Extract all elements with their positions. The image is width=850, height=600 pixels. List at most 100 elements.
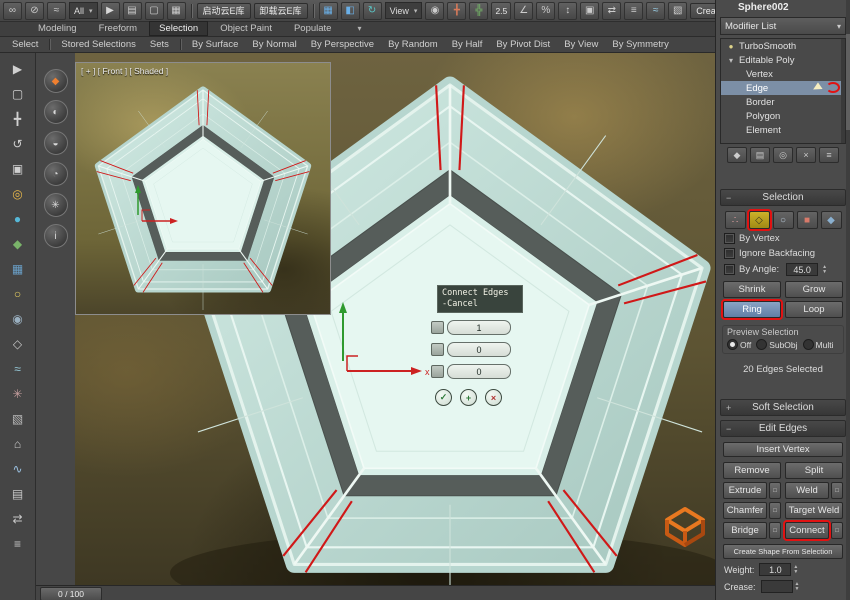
tab-freeform[interactable]: Freeform	[89, 21, 148, 36]
edge-icon[interactable]: ◇	[749, 211, 770, 229]
panel-scrollbar[interactable]	[846, 0, 850, 600]
insert-vertex-button[interactable]: Insert Vertex	[723, 442, 843, 457]
tab-populate[interactable]: Populate	[284, 21, 342, 36]
settings-box-icon[interactable]: □	[831, 482, 843, 499]
weight-value[interactable]: 1.0	[759, 563, 791, 576]
preview-multi-radio[interactable]: Multi	[803, 339, 834, 350]
element-icon[interactable]: ◆	[821, 211, 842, 229]
ribbon-button[interactable]: By Pivot Dist	[490, 38, 556, 51]
ribbon-button[interactable]: Select	[6, 38, 44, 51]
display-icon[interactable]: ▧	[7, 408, 29, 429]
use-pivot-center-icon[interactable]: ◉	[425, 2, 444, 20]
scale-icon[interactable]: ▣	[7, 158, 29, 179]
by-vertex-checkbox[interactable]: By Vertex	[716, 233, 850, 244]
layer-manager-icon[interactable]: ▤	[7, 483, 29, 504]
create-shape-button[interactable]: Create Shape From Selection	[723, 544, 843, 559]
gear-icon[interactable]: ✳	[44, 193, 68, 217]
spinner-snap-toggle-icon[interactable]: ↕	[558, 2, 577, 20]
configure-modifier-sets-icon[interactable]: ≡	[819, 147, 839, 163]
edit-named-selection-sets-icon[interactable]: ▣	[580, 2, 599, 20]
select-and-manipulate-icon[interactable]: ╬	[469, 2, 488, 20]
reference-coordinate-dropdown[interactable]: View	[385, 2, 423, 19]
split-button[interactable]: Split	[785, 462, 843, 479]
spinner-icon[interactable]	[793, 565, 802, 575]
snap-25d-toggle-button[interactable]: 2.5	[491, 2, 511, 20]
make-unique-icon[interactable]: ◎	[773, 147, 793, 163]
curve-editor-icon[interactable]: ≈	[646, 2, 665, 20]
select-region-icon[interactable]: ▢	[7, 83, 29, 104]
settings-box-icon[interactable]: □	[769, 522, 781, 539]
modifier-stack-row[interactable]: Polygon	[721, 109, 845, 123]
weld-button[interactable]: Weld	[785, 482, 829, 499]
settings-box-icon[interactable]: □	[831, 522, 843, 539]
modifier-stack-row[interactable]: Element	[721, 123, 845, 137]
ribbon-button[interactable]: By Perspective	[305, 38, 380, 51]
align-icon[interactable]: ≡	[7, 533, 29, 554]
snaps-toggle-icon[interactable]: ▦	[319, 2, 338, 20]
select-icon[interactable]: ▶	[7, 58, 29, 79]
connect-button[interactable]: Connect	[785, 522, 829, 539]
connect-pinch-field[interactable]: 0	[447, 342, 511, 357]
render-frame-icon[interactable]: ▦	[7, 258, 29, 279]
helpers-icon[interactable]: ◇	[7, 333, 29, 354]
schematic-view-icon[interactable]: ▧	[668, 2, 687, 20]
grid-points-snap-icon[interactable]: ◧	[341, 2, 360, 20]
soft-selection-rollout-header[interactable]: Soft Selection	[720, 399, 846, 416]
rotate-gizmo-icon[interactable]: ↻	[363, 2, 382, 20]
caddy-ok-button[interactable]: ✓	[435, 389, 452, 406]
mirror-icon[interactable]: ⇄	[7, 508, 29, 529]
logo-icon[interactable]: ◆	[44, 69, 68, 93]
snap-toggle-icon[interactable]: ◎	[7, 183, 29, 204]
pin-stack-icon[interactable]: ◆	[727, 147, 747, 163]
bridge-button[interactable]: Bridge	[723, 522, 767, 539]
vertex-icon[interactable]: ∴	[725, 211, 746, 229]
bind-to-space-warp-icon[interactable]: ≈	[47, 2, 66, 20]
unlink-selection-icon[interactable]: ⊘	[25, 2, 44, 20]
settings-box-icon[interactable]: □	[769, 482, 781, 499]
connect-slide-field[interactable]: 0	[447, 364, 511, 379]
shrink-button[interactable]: Shrink	[723, 281, 781, 298]
ribbon-button[interactable]: By Normal	[246, 38, 302, 51]
select-by-name-icon[interactable]: ▤	[123, 2, 142, 20]
border-icon[interactable]: ○	[773, 211, 794, 229]
mirror-icon[interactable]: ⇄	[602, 2, 621, 20]
loop-button[interactable]: Loop	[785, 301, 843, 318]
ribbon-minimize-icon[interactable]	[357, 18, 361, 36]
caddy-apply-button[interactable]: +	[460, 389, 477, 406]
connect-segments-field[interactable]: 1	[447, 320, 511, 335]
preview-subobj-radio[interactable]: SubObj	[756, 339, 797, 350]
rotate-icon[interactable]: ↺	[7, 133, 29, 154]
show-end-result-icon[interactable]: ▤	[750, 147, 770, 163]
polygon-icon[interactable]: ■	[797, 211, 818, 229]
spinner-icon[interactable]	[795, 582, 804, 592]
render-setup-icon[interactable]: ◆	[7, 233, 29, 254]
unload-cloud-library-button[interactable]: 卸载云E库	[254, 3, 308, 19]
caddy-cancel-button[interactable]: ×	[485, 389, 502, 406]
viewport-label[interactable]: [ + ] [ Front ] [ Shaded ]	[81, 66, 168, 76]
by-angle-value[interactable]: 45.0	[786, 263, 818, 276]
ribbon-button[interactable]: By Surface	[186, 38, 244, 51]
angle-snap-toggle-icon[interactable]: ∠	[514, 2, 533, 20]
move-icon[interactable]: ╋	[7, 108, 29, 129]
world-icon[interactable]: ◐	[44, 100, 68, 124]
percent-snap-toggle-icon[interactable]: %	[536, 2, 555, 20]
modifier-stack-row[interactable]: Edge	[721, 81, 845, 95]
ring-button[interactable]: Ring	[723, 301, 781, 318]
clock-icon[interactable]: ◔	[44, 162, 68, 186]
space-warp-icon[interactable]: ≈	[7, 358, 29, 379]
ribbon-button[interactable]: By Half	[446, 38, 489, 51]
tab-selection[interactable]: Selection	[149, 21, 208, 36]
by-angle-checkbox[interactable]: By Angle: 45.0	[716, 263, 850, 276]
timeline-bar[interactable]: 0 / 100	[36, 585, 715, 600]
ignore-backfacing-checkbox[interactable]: Ignore Backfacing	[716, 248, 850, 259]
ribbon-button[interactable]: By Symmetry	[606, 38, 674, 51]
tab-object-paint[interactable]: Object Paint	[210, 21, 282, 36]
teapot-icon[interactable]: ◒	[44, 131, 68, 155]
modifier-stack-row[interactable]: ▾ Editable Poly	[721, 53, 845, 67]
info-icon[interactable]: i	[44, 224, 68, 248]
chamfer-button[interactable]: Chamfer	[723, 502, 767, 519]
camera-icon[interactable]: ◉	[7, 308, 29, 329]
ribbon-button[interactable]: Sets	[144, 38, 175, 51]
modifier-stack-row[interactable]: ● TurboSmooth	[721, 39, 845, 53]
selection-rollout-header[interactable]: Selection	[720, 189, 846, 206]
